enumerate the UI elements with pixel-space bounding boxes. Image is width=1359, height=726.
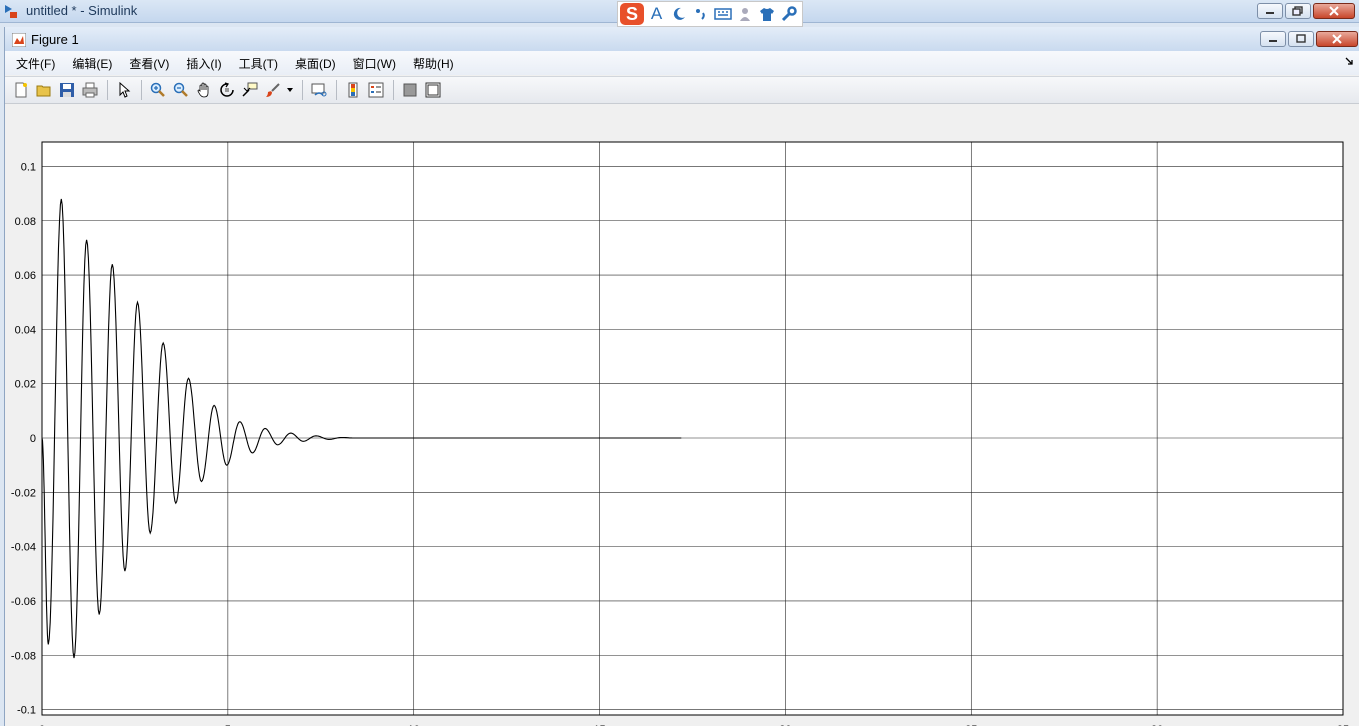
minimize-icon <box>1266 12 1274 14</box>
y-tick-label: -0.1 <box>17 705 36 717</box>
y-tick-label: -0.06 <box>11 596 36 608</box>
dock-arrow-icon[interactable] <box>1344 56 1354 66</box>
restore-button[interactable] <box>1285 3 1311 19</box>
figure-title: Figure 1 <box>31 32 79 47</box>
menu-bar: 文件(F) 编辑(E) 查看(V) 插入(I) 工具(T) 桌面(D) 窗口(W… <box>5 51 1359 75</box>
y-tick-label: 0 <box>30 433 36 445</box>
y-tick-label: 0.04 <box>15 324 36 336</box>
line-chart[interactable]: 051015202530350.10.080.060.040.020-0.02-… <box>5 104 1359 726</box>
figure-title-bar: Figure 1 <box>5 27 1359 51</box>
colorbar-icon[interactable] <box>343 80 363 100</box>
y-tick-label: 0.02 <box>15 379 36 391</box>
axes-background <box>42 142 1343 715</box>
y-tick-label: 0.08 <box>15 216 36 228</box>
hide-plot-tools-icon[interactable] <box>400 80 420 100</box>
keyboard-icon[interactable] <box>713 4 732 24</box>
menu-insert[interactable]: 插入(I) <box>186 55 221 72</box>
rotate-3d-icon[interactable] <box>217 80 237 100</box>
y-tick-label: -0.04 <box>11 542 36 554</box>
minimize-icon <box>1269 40 1277 42</box>
save-icon[interactable] <box>57 80 77 100</box>
print-icon[interactable] <box>80 80 100 100</box>
zoom-out-icon[interactable] <box>171 80 191 100</box>
toolbar-separator <box>141 80 142 100</box>
y-tick-label: -0.02 <box>11 487 36 499</box>
toolbar-separator <box>107 80 108 100</box>
menu-tools[interactable]: 工具(T) <box>239 55 278 72</box>
y-tick-label: -0.08 <box>11 650 36 662</box>
brush-icon[interactable] <box>263 80 283 100</box>
window-title: untitled * - Simulink <box>26 3 138 18</box>
figure-minimize-button[interactable] <box>1260 31 1286 47</box>
legend-icon[interactable] <box>366 80 386 100</box>
ime-logo[interactable]: S <box>620 3 644 25</box>
maximize-icon <box>1296 34 1306 43</box>
figure-toolbar <box>5 76 1359 104</box>
link-plot-icon[interactable] <box>309 80 329 100</box>
data-cursor-icon[interactable] <box>240 80 260 100</box>
edit-plot-icon[interactable] <box>114 80 134 100</box>
toolbar-separator <box>336 80 337 100</box>
user-icon[interactable] <box>735 4 754 24</box>
close-icon <box>1329 6 1339 16</box>
skin-icon[interactable] <box>757 4 776 24</box>
zoom-in-icon[interactable] <box>148 80 168 100</box>
minimize-button[interactable] <box>1257 3 1283 19</box>
menu-edit[interactable]: 编辑(E) <box>72 55 112 72</box>
simulink-model-icon <box>5 5 17 18</box>
y-tick-label: 0.06 <box>15 270 36 282</box>
show-plot-tools-icon[interactable] <box>423 80 443 100</box>
menu-window[interactable]: 窗口(W) <box>353 55 396 72</box>
menu-desktop[interactable]: 桌面(D) <box>295 55 336 72</box>
menu-view[interactable]: 查看(V) <box>129 55 169 72</box>
restore-icon <box>1292 6 1303 16</box>
close-icon <box>1332 34 1342 44</box>
punctuation-icon[interactable] <box>691 4 710 24</box>
figure-close-button[interactable] <box>1316 31 1358 47</box>
toolbar-separator <box>393 80 394 100</box>
menu-help[interactable]: 帮助(H) <box>413 55 454 72</box>
settings-wrench-icon[interactable] <box>779 4 798 24</box>
figure-window: Figure 1 文件(F) 编辑(E) 查看(V) 插入(I) 工具(T) 桌… <box>4 27 1359 726</box>
figure-maximize-button[interactable] <box>1288 31 1314 47</box>
menu-file[interactable]: 文件(F) <box>16 55 55 72</box>
moon-icon[interactable] <box>669 4 688 24</box>
brush-dropdown-icon[interactable] <box>286 80 294 100</box>
open-file-icon[interactable] <box>34 80 54 100</box>
ime-toolbar: S A <box>617 1 803 27</box>
y-tick-label: 0.1 <box>21 161 36 173</box>
matlab-figure-icon <box>12 33 26 47</box>
plot-area: 051015202530350.10.080.060.040.020-0.02-… <box>5 104 1359 726</box>
close-button[interactable] <box>1313 3 1355 19</box>
pan-icon[interactable] <box>194 80 214 100</box>
chinese-mode-icon[interactable]: A <box>647 4 666 24</box>
toolbar-separator <box>302 80 303 100</box>
new-figure-icon[interactable] <box>11 80 31 100</box>
